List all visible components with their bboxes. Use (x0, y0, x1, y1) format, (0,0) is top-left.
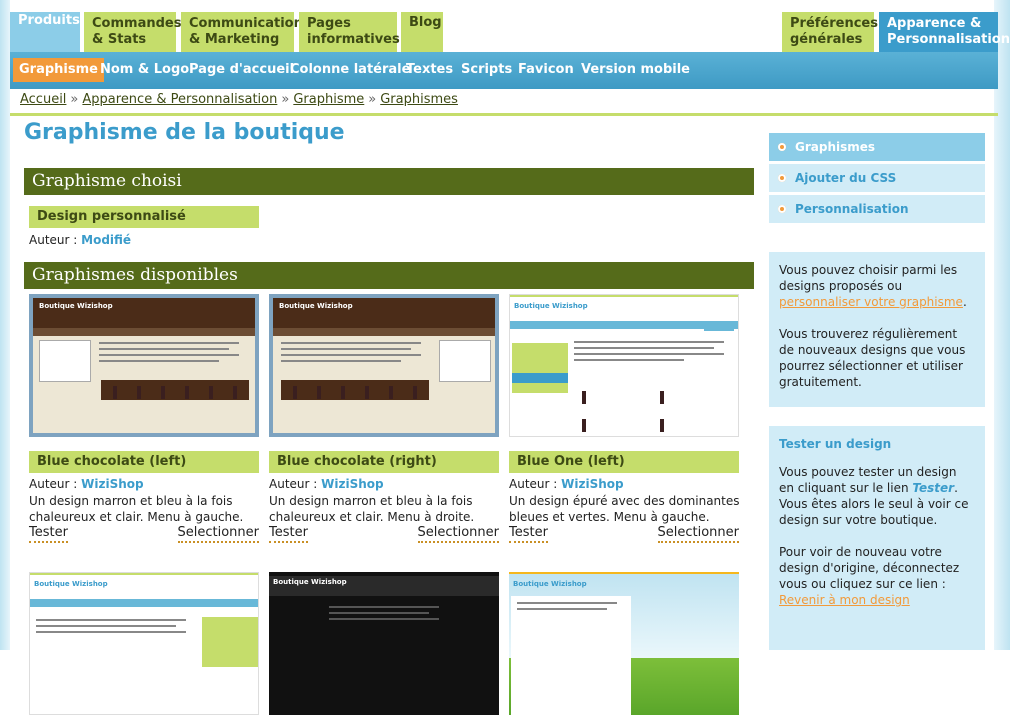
bullet-icon (778, 143, 786, 151)
subtab-textes[interactable]: Textes (400, 58, 459, 82)
section-chosen-title: Graphisme choisi (24, 168, 754, 195)
breadcrumb-graphismes[interactable]: Graphismes (380, 92, 458, 107)
theme-3-actions: Tester Selectionner (509, 525, 739, 543)
tab-commandes-stats[interactable]: Commandes & Stats (84, 12, 181, 52)
theme-name-blue-one-left: Blue One (left) (509, 451, 739, 473)
theme-2-actions: Tester Selectionner (269, 525, 499, 543)
revenir-link[interactable]: Revenir à mon design (779, 593, 910, 607)
tab-pages-informatives[interactable]: Pages informatives (299, 12, 400, 52)
subtab-scripts[interactable]: Scripts (455, 58, 518, 82)
theme-3-description: Un design épuré avec des dominantes bleue… (509, 494, 740, 524)
theme-1-description: Un design marron et bleu à la fois chaleu… (29, 494, 244, 524)
test-box-title: Tester un design (779, 437, 892, 451)
sub-navigation: Graphisme Nom & Logo Page d'accueil Colo… (10, 52, 998, 89)
right-gradient-edge (994, 0, 1010, 650)
info-box: Vous pouvez choisir parmi les designs pr… (769, 252, 985, 407)
personnaliser-link[interactable]: personnaliser votre graphisme (779, 295, 963, 309)
bullet-icon (778, 205, 786, 213)
right-menu: Graphismes Ajouter du CSS Personnalisati… (769, 133, 985, 226)
top-navigation: Produits Commandes & Stats Communication &… (10, 12, 1010, 52)
theme-1-select-link[interactable]: Selectionner (177, 525, 259, 543)
theme-1-author: Auteur : WiziShop (29, 477, 144, 491)
breadcrumb-graphisme[interactable]: Graphisme (293, 92, 364, 107)
right-menu-personnalisation[interactable]: Personnalisation (769, 195, 985, 223)
tab-communication-marketing[interactable]: Communication & Marketing (181, 12, 303, 52)
right-menu-ajouter-css[interactable]: Ajouter du CSS (769, 164, 985, 192)
theme-3-select-link[interactable]: Selectionner (657, 525, 739, 543)
subtab-favicon[interactable]: Favicon (512, 58, 580, 82)
subtab-version-mobile[interactable]: Version mobile (575, 58, 696, 82)
tester-emphasis: Tester (912, 481, 955, 495)
test-design-box: Tester un design Vous pouvez tester un d… (769, 426, 985, 650)
subtab-colonne-laterale[interactable]: Colonne latérale (284, 58, 416, 82)
theme-1-actions: Tester Selectionner (29, 525, 259, 543)
header-divider (10, 113, 998, 116)
breadcrumb-accueil[interactable]: Accueil (20, 92, 66, 107)
theme-1-test-link[interactable]: Tester (29, 525, 68, 543)
bullet-icon (778, 174, 786, 182)
theme-thumbnail-row2-3[interactable]: Boutique Wizishop (509, 572, 739, 715)
chosen-author: Auteur : Modifié (29, 233, 132, 247)
tab-apparence-personnalisation[interactable]: Apparence & Personnalisation (879, 12, 1010, 52)
theme-name-blue-chocolate-left: Blue chocolate (left) (29, 451, 259, 473)
left-gradient-edge (0, 0, 10, 650)
subtab-nom-logo[interactable]: Nom & Logo (94, 58, 195, 82)
theme-2-select-link[interactable]: Selectionner (417, 525, 499, 543)
subtab-page-accueil[interactable]: Page d'accueil (183, 58, 300, 82)
chosen-design-name: Design personnalisé (29, 206, 259, 228)
tab-produits[interactable]: Produits (10, 12, 80, 52)
chosen-author-value: Modifié (81, 233, 132, 247)
tab-blog[interactable]: Blog (401, 12, 443, 52)
section-available-title: Graphismes disponibles (24, 262, 754, 289)
theme-thumbnail-blue-one-left[interactable]: Boutique Wizishop (509, 294, 739, 437)
info-box-text: Vous trouverez régulièrement de nouveaux… (779, 327, 966, 389)
theme-thumbnail-blue-chocolate-left[interactable]: Boutique Wizishop (29, 294, 259, 437)
breadcrumb: Accueil» Apparence & Personnalisation» Gra… (20, 92, 458, 107)
page-title: Graphisme de la boutique (24, 120, 345, 145)
theme-thumbnail-row2-1[interactable]: Boutique Wizishop (29, 572, 259, 715)
theme-thumbnail-row2-2[interactable]: Boutique Wizishop (269, 572, 499, 715)
theme-3-test-link[interactable]: Tester (509, 525, 548, 543)
theme-2-test-link[interactable]: Tester (269, 525, 308, 543)
breadcrumb-apparence[interactable]: Apparence & Personnalisation (82, 92, 277, 107)
subtab-graphisme[interactable]: Graphisme (13, 58, 104, 82)
theme-2-description: Un design marron et bleu à la fois chaleu… (269, 494, 475, 524)
tab-preferences-generales[interactable]: Préférences générales (782, 12, 878, 52)
theme-name-blue-chocolate-right: Blue chocolate (right) (269, 451, 499, 473)
right-menu-graphismes[interactable]: Graphismes (769, 133, 985, 161)
theme-thumbnail-blue-chocolate-right[interactable]: Boutique Wizishop (269, 294, 499, 437)
theme-2-author: Auteur : WiziShop (269, 477, 384, 491)
theme-3-author: Auteur : WiziShop (509, 477, 624, 491)
